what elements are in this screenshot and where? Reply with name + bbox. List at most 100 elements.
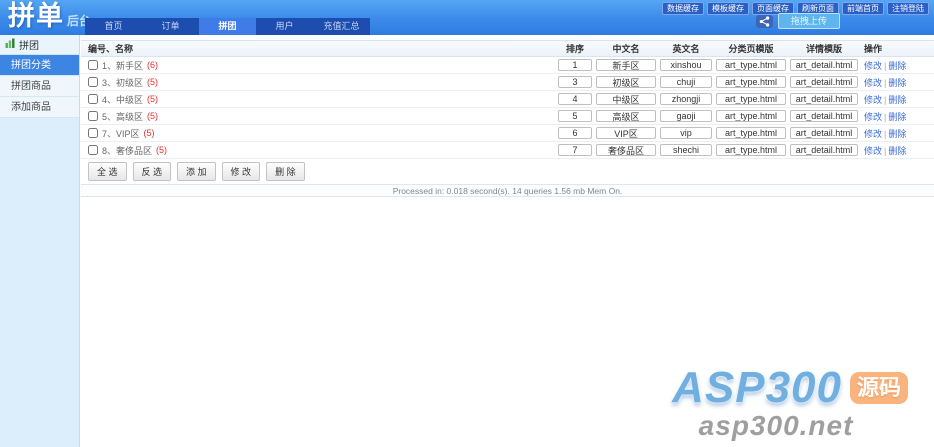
op-separator: | [884,95,886,105]
table-row: 4、中级区 (5) 修改|删除 [81,91,934,108]
row-label: 3、初级区 [102,76,143,89]
edit-link[interactable]: 修改 [864,129,882,139]
category-template-input[interactable] [716,76,786,88]
row-checkbox[interactable] [88,128,98,138]
sort-input[interactable] [558,93,592,105]
main-nav: 首页 订单 拼团 用户 充值汇总 [85,18,370,35]
detail-template-input[interactable] [790,93,858,105]
row-checkbox[interactable] [88,60,98,70]
op-separator: | [884,61,886,71]
tab-home[interactable]: 首页 [85,18,142,35]
row-count: (5) [156,145,167,155]
row-count: (5) [147,94,158,104]
row-count: (6) [147,60,158,70]
delete-link[interactable]: 删除 [888,112,906,122]
sidebar-group-header: 拼团 [0,35,79,55]
row-count: (5) [147,111,158,121]
cn-name-input[interactable] [596,127,656,139]
sort-input[interactable] [558,144,592,156]
tab-group[interactable]: 拼团 [199,18,256,35]
sidebar-item-add-goods[interactable]: 添加商品 [0,97,79,118]
op-separator: | [884,112,886,122]
sort-input[interactable] [558,110,592,122]
category-template-input[interactable] [716,110,786,122]
row-checkbox[interactable] [88,94,98,104]
header-en-name: 英文名 [660,42,712,55]
tab-orders[interactable]: 订单 [142,18,199,35]
delete-link[interactable]: 删除 [888,129,906,139]
sort-input[interactable] [558,127,592,139]
share-icon [756,15,773,28]
upload-row: 拖拽上传 [756,13,840,29]
row-label: 1、新手区 [102,59,143,72]
detail-template-input[interactable] [790,76,858,88]
category-template-input[interactable] [716,93,786,105]
cn-name-input[interactable] [596,93,656,105]
data-cache-button[interactable]: 数据缓存 [662,2,704,15]
status-bar: Processed in: 0.018 second(s). 14 querie… [81,184,934,197]
detail-template-input[interactable] [790,127,858,139]
sidebar: 拼团 拼团分类 拼团商品 添加商品 [0,35,80,447]
category-template-input[interactable] [716,127,786,139]
edit-link[interactable]: 修改 [864,95,882,105]
en-name-input[interactable] [660,110,712,122]
row-label: 4、中级区 [102,93,143,106]
logout-button[interactable]: 注销登陆 [887,2,929,15]
category-template-input[interactable] [716,59,786,71]
op-separator: | [884,146,886,156]
sidebar-item-group-goods[interactable]: 拼团商品 [0,76,79,97]
group-chart-icon [5,38,15,51]
cn-name-input[interactable] [596,59,656,71]
row-count: (5) [144,128,155,138]
drag-upload-button[interactable]: 拖拽上传 [778,13,840,29]
en-name-input[interactable] [660,59,712,71]
edit-link[interactable]: 修改 [864,112,882,122]
add-button[interactable]: 添 加 [177,162,216,181]
table-row: 3、初级区 (5) 修改|删除 [81,74,934,91]
logo-title: 拼单 [8,1,64,31]
delete-link[interactable]: 删除 [888,146,906,156]
category-template-input[interactable] [716,144,786,156]
admin-page: 拼单 后台 数据缓存 模板缓存 页面缓存 刷新页面 前端首页 注销登陆 拖拽上传 [0,0,934,447]
edit-button[interactable]: 修 改 [222,162,261,181]
header-detail-template: 详情模版 [790,42,858,55]
delete-link[interactable]: 删除 [888,78,906,88]
en-name-input[interactable] [660,76,712,88]
main-content: 编号、名称 排序 中文名 英文名 分类页模版 详情模版 操作 1、新手区 (6) [81,35,934,447]
edit-link[interactable]: 修改 [864,78,882,88]
en-name-input[interactable] [660,93,712,105]
row-count: (5) [147,77,158,87]
detail-template-input[interactable] [790,59,858,71]
row-checkbox[interactable] [88,145,98,155]
table-header-row: 编号、名称 排序 中文名 英文名 分类页模版 详情模版 操作 [81,40,934,57]
en-name-input[interactable] [660,127,712,139]
template-cache-button[interactable]: 模板缓存 [707,2,749,15]
tab-users[interactable]: 用户 [256,18,313,35]
sort-input[interactable] [558,59,592,71]
cn-name-input[interactable] [596,76,656,88]
delete-link[interactable]: 删除 [888,61,906,71]
delete-link[interactable]: 删除 [888,95,906,105]
sort-input[interactable] [558,76,592,88]
header-sort: 排序 [558,42,592,55]
row-label: 7、VIP区 [102,127,140,140]
edit-link[interactable]: 修改 [864,61,882,71]
row-checkbox[interactable] [88,111,98,121]
tab-recharge-summary[interactable]: 充值汇总 [313,18,370,35]
select-all-button[interactable]: 全 选 [88,162,127,181]
delete-button[interactable]: 删 除 [266,162,305,181]
row-label: 8、奢侈品区 [102,144,152,157]
detail-template-input[interactable] [790,110,858,122]
row-checkbox[interactable] [88,77,98,87]
header-name: 编号、名称 [81,42,558,55]
frontend-home-button[interactable]: 前端首页 [842,2,884,15]
cn-name-input[interactable] [596,110,656,122]
cn-name-input[interactable] [596,144,656,156]
invert-select-button[interactable]: 反 选 [133,162,172,181]
detail-template-input[interactable] [790,144,858,156]
sidebar-item-group-category[interactable]: 拼团分类 [0,55,79,76]
en-name-input[interactable] [660,144,712,156]
op-separator: | [884,78,886,88]
edit-link[interactable]: 修改 [864,146,882,156]
sidebar-group-title: 拼团 [19,37,39,52]
